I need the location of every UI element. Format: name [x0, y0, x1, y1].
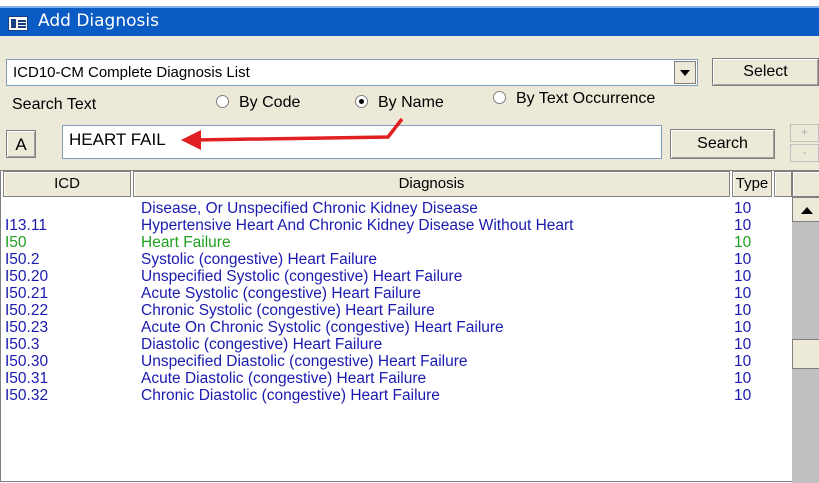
table-row[interactable]: Disease, Or Unspecified Chronic Kidney D… [1, 200, 791, 217]
search-text-label: Search Text [12, 96, 97, 113]
scroll-up-button[interactable] [792, 197, 819, 222]
cell-code: I50.22 [5, 302, 49, 319]
search-button[interactable]: Search [670, 129, 775, 159]
cell-desc: Disease, Or Unspecified Chronic Kidney D… [141, 200, 478, 217]
cell-code: I50.2 [5, 251, 40, 268]
search-input-value: HEART FAIL [69, 130, 166, 149]
diagnosis-list-value: ICD10-CM Complete Diagnosis List [13, 64, 250, 81]
dropdown-arrow-icon [680, 70, 690, 76]
cell-type: 10 [734, 302, 752, 319]
cell-type: 10 [734, 319, 752, 336]
cell-code: I50.3 [5, 336, 40, 353]
column-header-icd[interactable]: ICD [3, 171, 131, 197]
cell-type: 10 [734, 200, 752, 217]
cell-type: 10 [734, 217, 752, 234]
cell-desc: Acute On Chronic Systolic (congestive) H… [141, 319, 504, 336]
window-title: Add Diagnosis [38, 11, 159, 31]
radio-by-name-label: By Name [378, 94, 444, 111]
table-row[interactable]: I50.20 Unspecified Systolic (congestive) … [1, 268, 791, 285]
table-row[interactable]: I50.21 Acute Systolic (congestive) Heart … [1, 285, 791, 302]
add-diagnosis-window: ICD10-CM Complete Diagnosis List Select … [0, 36, 819, 483]
radio-by-code-label: By Code [239, 94, 301, 111]
cell-code: I50 [5, 234, 27, 251]
cell-desc: Hypertensive Heart And Chronic Kidney Di… [141, 217, 574, 234]
column-header-diagnosis[interactable]: Diagnosis [133, 171, 730, 197]
cell-desc: Chronic Systolic (congestive) Heart Fail… [141, 302, 435, 319]
diagnosis-list-combo[interactable]: ICD10-CM Complete Diagnosis List [6, 59, 698, 86]
cell-code: I50.32 [5, 387, 49, 404]
cell-desc: Acute Diastolic (congestive) Heart Failu… [141, 370, 427, 387]
radio-by-text-occurrence-label: By Text Occurrence [516, 90, 656, 107]
cell-desc: Chronic Diastolic (congestive) Heart Fai… [141, 387, 440, 404]
table-row[interactable]: I50 Heart Failure 10 [1, 234, 791, 251]
table-row[interactable]: I50.23 Acute On Chronic Systolic (congest… [1, 319, 791, 336]
radio-by-code[interactable]: By Code [216, 94, 300, 114]
dropdown-button[interactable] [674, 61, 696, 84]
select-button[interactable]: Select [712, 58, 819, 86]
vertical-scrollbar[interactable] [792, 197, 819, 483]
cell-type: 10 [734, 268, 752, 285]
radio-by-text-occurrence[interactable]: By Text Occurrence [493, 90, 655, 110]
cell-desc: Systolic (congestive) Heart Failure [141, 251, 378, 268]
table-row[interactable]: I50.30 Unspecified Diastolic (congestive)… [1, 353, 791, 370]
table-row[interactable]: I50.22 Chronic Systolic (congestive) Hear… [1, 302, 791, 319]
plus-button[interactable]: + [790, 124, 819, 142]
table-row[interactable]: I50.2 Systolic (congestive) Heart Failure… [1, 251, 791, 268]
radio-dot [216, 95, 229, 109]
cell-code: I50.23 [5, 319, 49, 336]
cell-desc: Diastolic (congestive) Heart Failure [141, 336, 383, 353]
scroll-up-arrow-icon [801, 207, 813, 214]
table-row[interactable]: I50.31 Acute Diastolic (congestive) Heart… [1, 370, 791, 387]
cell-type: 10 [734, 336, 752, 353]
cell-type: 10 [734, 234, 752, 251]
cell-code: I50.31 [5, 370, 49, 387]
window-titlebar: Add Diagnosis [0, 6, 819, 36]
table-row[interactable]: I13.11 Hypertensive Heart And Chronic Kid… [1, 217, 791, 234]
cell-desc: Acute Systolic (congestive) Heart Failur… [141, 285, 421, 302]
diagnosis-table: ICD Diagnosis Type Disease, Or Unspecifi… [0, 170, 819, 483]
radio-dot-checked [355, 95, 368, 109]
column-header-scroll [792, 171, 819, 197]
minus-button[interactable]: - [790, 144, 819, 162]
table-row[interactable]: I50.3 Diastolic (congestive) Heart Failur… [1, 336, 791, 353]
cell-type: 10 [734, 353, 752, 370]
cell-type: 10 [734, 387, 752, 404]
column-header-type[interactable]: Type [732, 171, 772, 197]
cell-type: 10 [734, 370, 752, 387]
column-header-blank [774, 171, 792, 197]
radio-by-name[interactable]: By Name [355, 94, 444, 114]
cell-code: I50.20 [5, 268, 49, 285]
cell-desc: Unspecified Systolic (congestive) Heart … [141, 268, 463, 285]
cell-code: I13.11 [5, 217, 47, 234]
cell-code: I50.21 [5, 285, 49, 302]
cell-desc: Heart Failure [141, 234, 231, 251]
search-input[interactable]: HEART FAIL [62, 125, 662, 159]
radio-dot [493, 91, 506, 105]
cell-code: I50.30 [5, 353, 49, 370]
window-app-icon [8, 16, 28, 31]
table-row[interactable]: I50.32 Chronic Diastolic (congestive) Hea… [1, 387, 791, 404]
cell-type: 10 [734, 285, 752, 302]
a-button[interactable]: A [6, 130, 36, 158]
cell-type: 10 [734, 251, 752, 268]
cell-desc: Unspecified Diastolic (congestive) Heart… [141, 353, 468, 370]
scroll-thumb[interactable] [792, 339, 819, 369]
